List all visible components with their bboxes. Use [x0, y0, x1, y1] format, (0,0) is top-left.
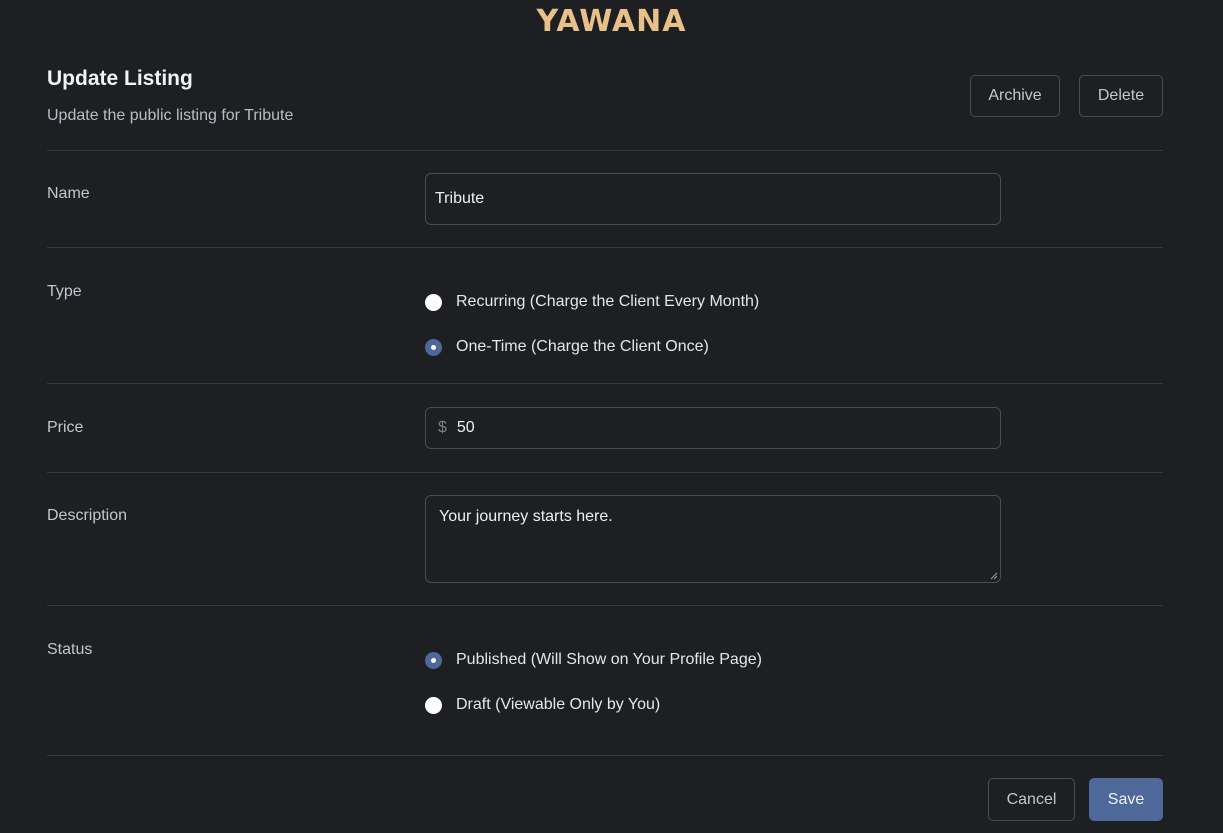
type-option-label: Recurring (Charge the Client Every Month…: [456, 293, 760, 310]
name-value: Tribute: [435, 190, 485, 207]
currency-symbol: $: [438, 419, 447, 436]
status-option-label: Published (Will Show on Your Profile Pag…: [456, 651, 762, 668]
radio-unchecked-icon[interactable]: [425, 293, 442, 311]
price-value: 50: [456, 419, 475, 436]
description-value: Your journey starts here.: [439, 508, 613, 525]
archive-button[interactable]: Archive: [970, 75, 1060, 117]
price-label: Price: [47, 419, 84, 436]
radio-unchecked-icon[interactable]: [425, 696, 442, 714]
radio-checked-icon[interactable]: [425, 651, 442, 669]
type-label: Type: [47, 283, 82, 300]
brand-logo: YAWANA: [536, 4, 687, 39]
page-title: Update Listing: [47, 67, 193, 90]
divider: [47, 472, 1163, 473]
type-option-one-time[interactable]: One-Time (Charge the Client Once): [425, 338, 709, 356]
delete-button[interactable]: Delete: [1079, 75, 1163, 117]
divider: [47, 383, 1163, 384]
price-input[interactable]: $ 50: [425, 407, 1001, 449]
divider: [47, 605, 1163, 606]
divider: [47, 150, 1163, 151]
page-subtitle: Update the public listing for Tribute: [47, 107, 294, 124]
type-option-recurring[interactable]: Recurring (Charge the Client Every Month…: [425, 293, 759, 311]
divider: [47, 755, 1163, 756]
type-option-label: One-Time (Charge the Client Once): [456, 338, 709, 355]
name-input[interactable]: Tribute: [425, 173, 1001, 225]
description-textarea[interactable]: Your journey starts here.: [425, 495, 1001, 583]
divider: [47, 247, 1163, 248]
description-label: Description: [47, 507, 128, 524]
status-option-draft[interactable]: Draft (Viewable Only by You): [425, 696, 660, 714]
radio-checked-icon[interactable]: [425, 338, 442, 356]
cancel-button[interactable]: Cancel: [988, 778, 1075, 821]
status-label: Status: [47, 641, 93, 658]
resize-handle-icon[interactable]: [990, 572, 998, 580]
save-button[interactable]: Save: [1089, 778, 1163, 821]
name-label: Name: [47, 185, 90, 202]
status-option-label: Draft (Viewable Only by You): [456, 696, 661, 713]
status-option-published[interactable]: Published (Will Show on Your Profile Pag…: [425, 651, 762, 669]
